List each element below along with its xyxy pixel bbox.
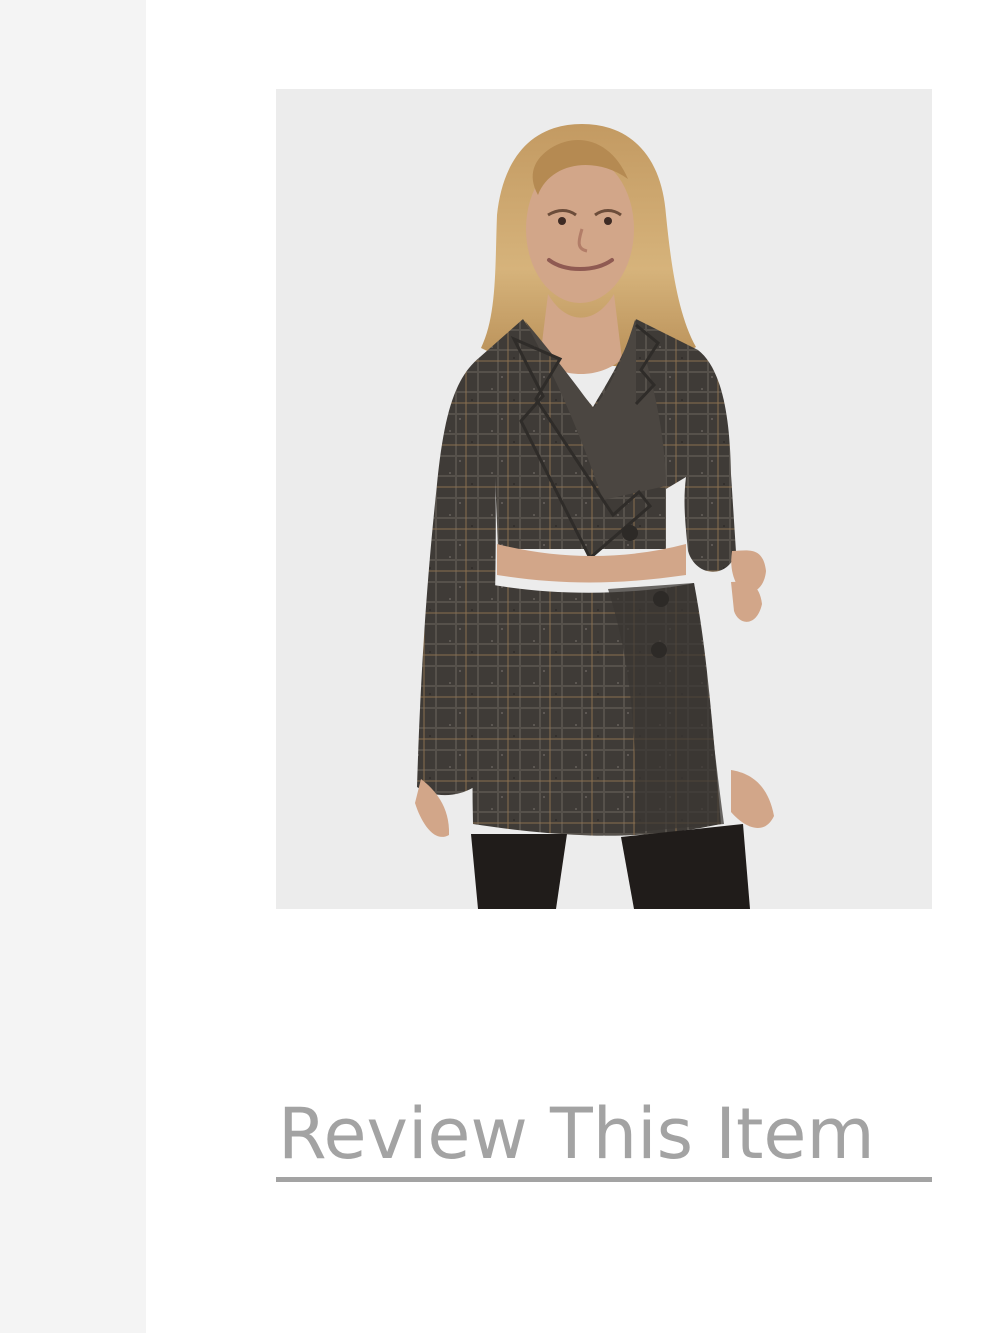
product-image [276, 89, 932, 909]
review-this-item-link[interactable]: Review This Item [276, 1090, 932, 1182]
left-sidebar-panel [0, 0, 146, 1333]
product-review-page: Review This Item [0, 0, 1000, 1333]
